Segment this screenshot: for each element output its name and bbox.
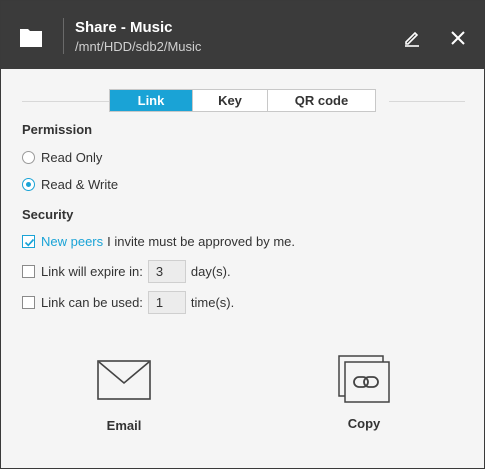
uses-unit: time(s). xyxy=(190,295,235,310)
read-write-label: Read & Write xyxy=(41,177,119,192)
expire-label: Link will expire in: xyxy=(41,264,143,279)
security-heading: Security xyxy=(22,207,74,222)
read-only-option[interactable]: Read Only xyxy=(22,150,102,165)
new-peers-checkbox[interactable] xyxy=(22,235,35,248)
dialog-title: Share - Music xyxy=(75,19,173,36)
permission-heading: Permission xyxy=(22,122,93,137)
expire-checkbox[interactable] xyxy=(22,265,35,278)
expire-unit: day(s). xyxy=(190,264,231,279)
expire-days-input[interactable] xyxy=(147,260,186,283)
uses-count-input[interactable] xyxy=(147,291,186,314)
email-button[interactable]: Email xyxy=(95,359,153,433)
share-tabs: Link Key QR code xyxy=(109,89,376,112)
share-dialog: Share - Music /mnt/HDD/sdb2/Music Link K… xyxy=(0,0,485,469)
copy-link-icon xyxy=(338,355,390,403)
email-label: Email xyxy=(106,418,142,433)
share-path: /mnt/HDD/sdb2/Music xyxy=(75,39,202,54)
tab-qr-code[interactable]: QR code xyxy=(268,90,375,111)
new-peers-row: New peers I invite must be approved by m… xyxy=(22,234,295,249)
new-peers-link[interactable]: New peers xyxy=(41,234,103,249)
uses-row: Link can be used: time(s). xyxy=(22,291,234,314)
edit-icon[interactable] xyxy=(403,29,421,47)
envelope-icon xyxy=(97,360,151,400)
read-write-radio[interactable] xyxy=(22,178,35,191)
expire-row: Link will expire in: day(s). xyxy=(22,260,231,283)
close-icon[interactable] xyxy=(450,30,466,46)
checkmark-icon xyxy=(24,238,35,247)
header-divider xyxy=(63,18,64,54)
read-only-radio[interactable] xyxy=(22,151,35,164)
tab-link[interactable]: Link xyxy=(110,90,193,111)
new-peers-text: I invite must be approved by me. xyxy=(107,234,296,249)
read-only-label: Read Only xyxy=(41,150,103,165)
uses-checkbox[interactable] xyxy=(22,296,35,309)
folder-icon xyxy=(20,29,42,47)
dialog-header: Share - Music /mnt/HDD/sdb2/Music xyxy=(1,1,484,69)
tab-key[interactable]: Key xyxy=(193,90,268,111)
uses-label: Link can be used: xyxy=(41,295,143,310)
tab-divider-right xyxy=(389,101,465,102)
read-write-option[interactable]: Read & Write xyxy=(22,177,118,192)
copy-button[interactable]: Copy xyxy=(337,354,391,431)
copy-label: Copy xyxy=(347,416,381,431)
tab-divider-left xyxy=(22,101,109,102)
